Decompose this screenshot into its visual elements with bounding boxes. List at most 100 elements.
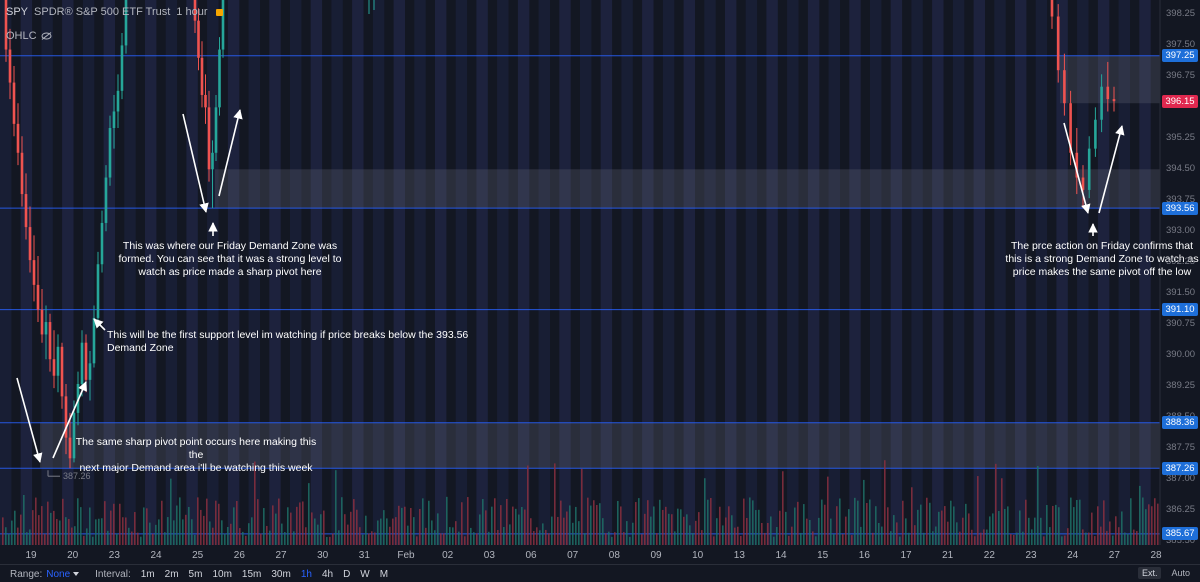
left-candle <box>80 342 84 384</box>
volume-bar <box>638 498 640 545</box>
volume-bar <box>1109 521 1111 545</box>
interval-option[interactable]: M <box>380 569 388 580</box>
volume-bar <box>437 513 439 545</box>
volume-bar <box>737 526 739 545</box>
volume-bar <box>566 511 568 545</box>
volume-bar <box>968 513 970 545</box>
volume-bar <box>767 522 769 545</box>
volume-bar <box>221 520 223 545</box>
interval-option[interactable]: D <box>343 569 350 580</box>
volume-bar <box>965 503 967 545</box>
eye-hidden-icon[interactable] <box>41 32 52 40</box>
volume-bar <box>662 509 664 545</box>
interval-option[interactable]: 4h <box>322 569 333 580</box>
volume-bar <box>470 527 472 545</box>
volume-bar <box>8 533 10 545</box>
volume-bar <box>596 505 598 545</box>
date-tick-label: 24 <box>1067 550 1079 561</box>
volume-bar <box>263 508 265 545</box>
interval-label[interactable]: 1 hour <box>176 6 207 18</box>
date-tick-label: 03 <box>483 550 495 561</box>
volume-bar <box>935 526 937 545</box>
volume-bar <box>98 518 100 545</box>
interval-option[interactable]: 5m <box>189 569 203 580</box>
interval-option[interactable]: 1h <box>301 569 312 580</box>
volume-bar <box>941 510 943 545</box>
volume-bar <box>5 527 7 545</box>
volume-bar <box>914 525 916 545</box>
volume-bar <box>128 527 130 545</box>
interval-option[interactable]: 30m <box>271 569 290 580</box>
volume-bar <box>650 516 652 545</box>
volume-bar <box>383 510 385 545</box>
volume-bar <box>200 509 202 545</box>
volume-bar <box>728 506 730 545</box>
volume-bar <box>788 535 790 545</box>
volume-bar <box>800 532 802 545</box>
volume-bar <box>794 507 796 545</box>
symbol-label[interactable]: SPY <box>6 6 28 18</box>
volume-bar <box>413 517 415 545</box>
volume-bar <box>950 500 952 545</box>
interval-option[interactable]: 10m <box>212 569 231 580</box>
demand-zone <box>215 169 1160 209</box>
volume-bar <box>323 510 325 545</box>
volume-bar <box>1142 497 1144 545</box>
volume-bar <box>203 515 205 545</box>
volume-bar <box>812 531 814 545</box>
volume-bar <box>248 523 250 545</box>
volume-bar <box>485 510 487 545</box>
price-chart[interactable]: 387.26 <box>0 0 1200 582</box>
date-tick-label: 30 <box>317 550 329 561</box>
interval-option[interactable]: 1m <box>141 569 155 580</box>
range-selector[interactable]: None <box>46 569 80 580</box>
interval-option[interactable]: W <box>360 569 369 580</box>
volume-bar <box>608 531 610 545</box>
volume-bar <box>494 498 496 545</box>
volume-bar <box>206 498 208 545</box>
ext-button[interactable]: Ext. <box>1137 567 1162 579</box>
volume-bar <box>581 468 583 545</box>
volume-bar <box>1052 505 1054 545</box>
volume-bar <box>335 470 337 545</box>
volume-bar <box>449 527 451 545</box>
chart-container[interactable]: 387.26 SPY SPDR® S&P 500 ETF Trust 1 hou… <box>0 0 1200 582</box>
interval-option[interactable]: 2m <box>165 569 179 580</box>
volume-bar <box>446 496 448 545</box>
volume-bar <box>368 533 370 545</box>
volume-bar <box>416 536 418 545</box>
volume-bar <box>1046 505 1048 545</box>
friday-candle <box>211 152 214 170</box>
volume-bar <box>1133 529 1135 545</box>
interval-option[interactable]: 15m <box>242 569 261 580</box>
volume-bar <box>995 463 997 545</box>
volume-bar <box>863 479 865 545</box>
volume-bar <box>149 522 151 545</box>
volume-bar <box>158 519 160 545</box>
volume-bar <box>1040 517 1042 545</box>
auto-button[interactable]: Auto <box>1167 567 1194 579</box>
date-tick-label: 23 <box>1025 550 1037 561</box>
volume-bar <box>146 508 148 545</box>
volume-bar <box>284 532 286 545</box>
date-tick-label: 19 <box>25 550 37 561</box>
volume-bar <box>617 500 619 545</box>
volume-bar <box>1124 532 1126 545</box>
volume-bar <box>476 533 478 545</box>
volume-bar <box>857 500 859 545</box>
volume-bar <box>440 533 442 545</box>
volume-bar <box>407 525 409 545</box>
volume-bar <box>764 532 766 545</box>
volume-bar <box>611 536 613 545</box>
volume-bar <box>2 517 4 545</box>
volume-bar <box>701 530 703 545</box>
volume-bar <box>179 497 181 545</box>
price-tick-label: 394.50 <box>1166 163 1196 175</box>
volume-bar <box>428 500 430 545</box>
volume-bar <box>785 511 787 545</box>
volume-bar <box>848 509 850 545</box>
caret-down-icon <box>73 571 80 576</box>
volume-bar <box>917 509 919 545</box>
volume-bar <box>245 535 247 545</box>
volume-bar <box>833 534 835 545</box>
